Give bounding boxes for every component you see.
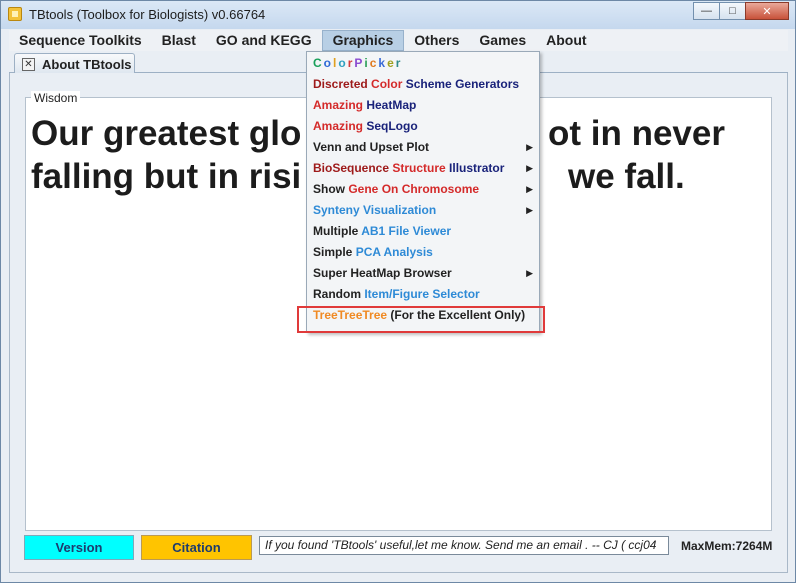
tab-close-icon[interactable]: ✕	[22, 57, 35, 71]
submenu-arrow-icon: ▶	[526, 142, 533, 152]
menu-item-text: Show	[313, 182, 349, 196]
menu-item-text: Random	[313, 287, 365, 301]
menu-item-text: PCA Analysis	[355, 245, 433, 259]
colorpicker-letter: k	[378, 56, 388, 70]
menu-item-synteny-visualization[interactable]: Synteny Visualization ▶	[307, 200, 539, 221]
menu-item-text: SeqLogo	[366, 119, 418, 133]
menu-sequence-toolkits[interactable]: Sequence Toolkits	[9, 30, 152, 51]
menu-bar: Sequence Toolkits Blast GO and KEGG Grap…	[9, 30, 788, 51]
close-button[interactable]: ✕	[745, 2, 789, 20]
colorpicker-letter: r	[395, 56, 403, 70]
app-logo-icon	[8, 7, 22, 21]
menu-item-text: Synteny Visualization	[313, 203, 437, 217]
menu-item-text: Structure	[392, 161, 450, 175]
menu-item-colorpicker[interactable]: ColorPicker	[307, 53, 539, 74]
menu-item-text: BioSequence	[313, 161, 393, 175]
menu-item-simple-pca-analysis[interactable]: Simple PCA Analysis	[307, 242, 539, 263]
colorpicker-letter: o	[323, 56, 334, 70]
maximize-button[interactable]: □	[719, 2, 746, 20]
menu-item-treetreetree-for-the-excellent-only[interactable]: TreeTreeTree (For the Excellent Only)	[307, 305, 539, 326]
menu-graphics[interactable]: Graphics	[321, 30, 405, 51]
message-field[interactable]: If you found 'TBtools' useful,let me kno…	[259, 536, 669, 555]
menu-go-and-kegg[interactable]: GO and KEGG	[206, 30, 322, 51]
menu-item-text: Super HeatMap Browser	[313, 266, 452, 280]
quote-line2-right: we fall.	[568, 157, 685, 196]
citation-button[interactable]: Citation	[141, 535, 252, 560]
menu-item-venn-and-upset-plot[interactable]: Venn and Upset Plot ▶	[307, 137, 539, 158]
menu-item-text: (For the Excellent Only)	[390, 308, 526, 322]
menu-item-text: AB1 File Viewer	[361, 224, 452, 238]
menu-item-amazing-seqlogo[interactable]: Amazing SeqLogo	[307, 116, 539, 137]
submenu-arrow-icon: ▶	[526, 205, 533, 215]
colorpicker-letter: C	[313, 56, 324, 70]
colorpicker-letter: P	[354, 56, 365, 70]
menu-about[interactable]: About	[536, 30, 596, 51]
menu-item-text: Venn and Upset Plot	[313, 140, 430, 154]
menu-item-discreted-color-scheme-generators[interactable]: Discreted Color Scheme Generators	[307, 74, 539, 95]
menu-item-text: Gene On Chromosome	[348, 182, 480, 196]
menu-item-text: Color	[371, 77, 406, 91]
menu-item-text: Multiple	[313, 224, 362, 238]
minimize-button[interactable]: —	[693, 2, 720, 20]
colorpicker-letter: e	[387, 56, 396, 70]
wisdom-legend: Wisdom	[31, 91, 81, 105]
menu-games[interactable]: Games	[469, 30, 536, 51]
menu-item-text: Item/Figure Selector	[364, 287, 480, 301]
version-button[interactable]: Version	[24, 535, 134, 560]
menu-item-text: TreeTreeTree	[313, 308, 391, 322]
menu-item-random-item-figure-selector[interactable]: Random Item/Figure Selector	[307, 284, 539, 305]
bottom-bar: Version Citation If you found 'TBtools' …	[24, 535, 781, 560]
menu-item-show-gene-on-chromosome[interactable]: Show Gene On Chromosome ▶	[307, 179, 539, 200]
graphics-dropdown-menu: ColorPicker Discreted Color Scheme Gener…	[306, 51, 540, 333]
submenu-arrow-icon: ▶	[526, 163, 533, 173]
menu-item-text: Simple	[313, 245, 356, 259]
title-bar[interactable]: TBtools (Toolbox for Biologists) v0.6676…	[1, 1, 795, 29]
menu-item-super-heatmap-browser[interactable]: Super HeatMap Browser ▶	[307, 263, 539, 284]
menu-blast[interactable]: Blast	[152, 30, 206, 51]
menu-item-text: HeatMap	[366, 98, 417, 112]
menu-item-text: Amazing	[313, 98, 367, 112]
quote-line1-left: Our greatest glo	[31, 114, 302, 153]
submenu-arrow-icon: ▶	[526, 184, 533, 194]
menu-item-text: Illustrator	[449, 161, 505, 175]
submenu-arrow-icon: ▶	[526, 268, 533, 278]
colorpicker-letter: o	[338, 56, 348, 70]
menu-item-multiple-ab1-file-viewer[interactable]: Multiple AB1 File Viewer	[307, 221, 539, 242]
app-window: TBtools (Toolbox for Biologists) v0.6676…	[0, 0, 796, 583]
menu-item-text: Scheme Generators	[405, 77, 520, 91]
max-memory-label: MaxMem:7264M	[681, 539, 773, 553]
tab-label: About TBtools	[42, 56, 132, 72]
menu-item-biosequence-structure-illustrator[interactable]: BioSequence Structure Illustrator ▶	[307, 158, 539, 179]
tab-about-tbtools[interactable]: ✕ About TBtools	[14, 53, 135, 74]
quote-line2-left: falling but in risi	[31, 157, 302, 196]
menu-item-amazing-heatmap[interactable]: Amazing HeatMap	[307, 95, 539, 116]
menu-others[interactable]: Others	[404, 30, 469, 51]
menu-item-text: Amazing	[313, 119, 367, 133]
window-title: TBtools (Toolbox for Biologists) v0.6676…	[29, 7, 266, 22]
menu-item-text: Discreted	[313, 77, 372, 91]
quote-line1-right: ot in never	[548, 114, 725, 153]
window-controls: — □ ✕	[693, 2, 789, 20]
